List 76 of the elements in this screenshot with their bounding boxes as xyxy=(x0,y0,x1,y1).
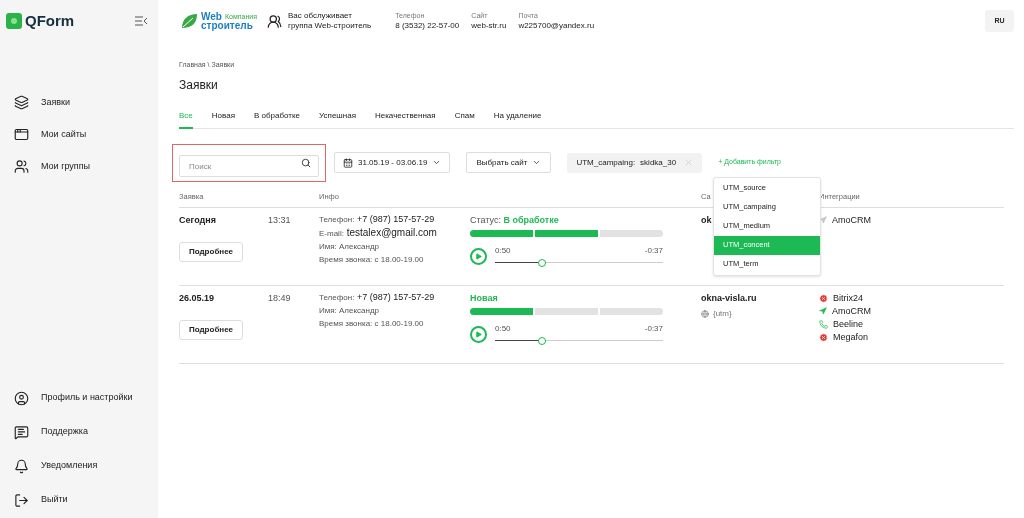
chip-value: skidka_30 xyxy=(640,156,677,169)
contact-value: 8 (3532) 22-57-00 xyxy=(395,21,460,31)
info-line: Телефон: +7 (987) 157-57-29 xyxy=(319,213,436,225)
play-icon xyxy=(475,330,482,338)
page-title: Заявки xyxy=(179,76,219,94)
request-time: 18:49 xyxy=(268,292,291,303)
elapsed-time: 0:50 xyxy=(495,322,511,335)
info-line: Время звонка: с 18.00-19.00 xyxy=(319,317,425,329)
info-line: Имя: Александр xyxy=(319,304,381,316)
tab[interactable]: В обработке xyxy=(253,109,300,129)
message-icon xyxy=(14,424,29,440)
contact-value: web-str.ru xyxy=(471,21,507,31)
brand-name: Web xyxy=(201,12,222,21)
site-name: ok xyxy=(701,213,713,226)
play-button[interactable] xyxy=(470,325,487,343)
details-button[interactable]: Подробнее xyxy=(179,241,244,262)
info-line: Телефон: +7 (987) 157-57-29 xyxy=(319,291,436,303)
audio-slider[interactable] xyxy=(495,335,663,346)
sidebar-item[interactable]: Мои группы xyxy=(41,159,91,174)
remaining-time: -0:37 xyxy=(644,244,663,257)
date-range-dropdown[interactable]: 31.05.19 - 03.06.19 xyxy=(334,152,451,173)
integration-name: AmoCRM xyxy=(832,214,871,227)
elapsed-time: 0:50 xyxy=(495,244,511,257)
tab[interactable]: Некачественная xyxy=(374,109,436,129)
sidebar-item[interactable]: Мои сайты xyxy=(41,127,87,142)
request-time: 13:31 xyxy=(268,214,291,225)
info-line: Имя: Александр xyxy=(319,240,381,252)
brand-name: строитель xyxy=(201,21,254,30)
info-line: E-mail: testalex@gmail.com xyxy=(319,226,438,239)
sidebar-item[interactable]: Уведомления xyxy=(41,459,98,473)
avatar-icon xyxy=(14,390,29,406)
calendar-icon xyxy=(343,157,353,168)
leaf-icon xyxy=(180,12,198,30)
users-icon xyxy=(14,159,29,174)
logo-icon xyxy=(6,13,22,30)
sidebar-item[interactable]: Заявки xyxy=(41,95,71,110)
globe-icon xyxy=(701,309,709,318)
remaining-time: -0:37 xyxy=(644,322,663,335)
request-status: Новая xyxy=(470,291,499,304)
request-status: Статус: В обработке xyxy=(470,213,560,226)
request-date: Сегодня xyxy=(179,213,217,226)
bell-icon xyxy=(14,458,29,474)
details-button[interactable]: Подробнее xyxy=(179,319,244,340)
play-icon xyxy=(475,252,482,260)
request-date: 26.05.19 xyxy=(179,291,216,304)
chevron-down-icon xyxy=(432,158,442,167)
sidebar-item[interactable]: Поддержка xyxy=(41,425,88,439)
browser-window-icon xyxy=(14,127,29,142)
audio-slider[interactable] xyxy=(495,257,663,268)
play-button[interactable] xyxy=(470,247,487,265)
tab[interactable]: Успешная xyxy=(319,109,356,129)
service-text: Вас обслуживает xyxy=(288,11,353,21)
tab[interactable]: Новая xyxy=(211,109,235,129)
layers-icon xyxy=(14,95,29,110)
site-name: okna-visla.ru xyxy=(701,291,758,304)
collapse-menu-icon[interactable] xyxy=(135,16,148,27)
logout-icon xyxy=(14,492,29,508)
service-text: группа Web-строитель xyxy=(288,21,372,31)
sidebar-item[interactable]: Выйти xyxy=(41,493,68,507)
integration-name: AmoCRM xyxy=(832,305,871,318)
utm-tag: {utm} xyxy=(713,307,732,320)
logo-text[interactable]: QForm xyxy=(25,10,75,33)
integration-name: Megafon xyxy=(833,331,869,344)
users-icon xyxy=(267,13,282,29)
tab[interactable]: На удаление xyxy=(493,109,542,129)
search-icon xyxy=(301,157,311,168)
search-field[interactable]: Поиск xyxy=(179,155,319,177)
chevron-down-icon xyxy=(532,158,542,167)
integration-name: Bitrix24 xyxy=(833,292,863,305)
integration-name: Beeline xyxy=(833,318,864,331)
sidebar-item[interactable]: Профиль и настройки xyxy=(41,391,133,405)
site-select-dropdown[interactable]: Выбрать сайт xyxy=(466,152,552,173)
contact-value: w225700@yandex.ru xyxy=(518,21,595,31)
info-line: Время звонка: с 18.00-19.00 xyxy=(319,253,425,265)
chip-key: UTM_campaing: xyxy=(576,156,636,169)
tab[interactable]: Спам xyxy=(454,109,475,129)
